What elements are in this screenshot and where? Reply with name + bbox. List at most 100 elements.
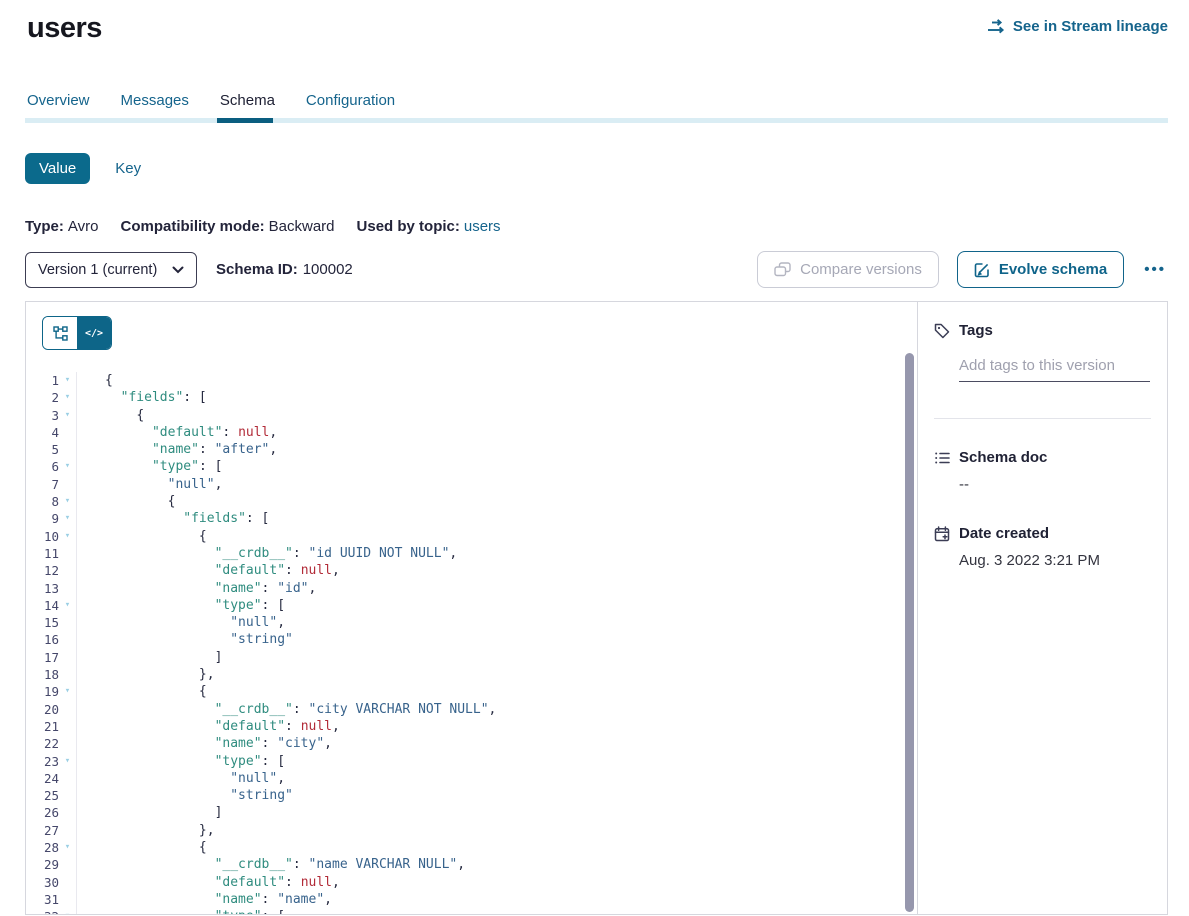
key-toggle-button[interactable]: Key	[115, 160, 141, 177]
code-line: 16 "string"	[26, 631, 917, 648]
code-line: 29 "__crdb__": "name VARCHAR NULL",	[26, 856, 917, 873]
fold-arrow-icon[interactable]: ▾	[59, 510, 77, 527]
code-line: 2▾ "fields": [	[26, 389, 917, 406]
line-number: 17	[26, 649, 59, 666]
fold-arrow-icon[interactable]: ▾	[59, 458, 77, 475]
date-created-value: Aug. 3 2022 3:21 PM	[959, 552, 1151, 569]
code-text: "default": null,	[77, 718, 340, 735]
tag-icon	[934, 323, 950, 339]
fold-spacer	[59, 424, 77, 441]
code-text: {	[77, 839, 207, 856]
sidebar-divider	[934, 418, 1151, 419]
line-number: 30	[26, 874, 59, 891]
fold-arrow-icon[interactable]: ▾	[59, 839, 77, 856]
code-text: "fields": [	[77, 389, 207, 406]
fold-arrow-icon[interactable]: ▾	[59, 908, 77, 914]
code-line: 24 "null",	[26, 770, 917, 787]
code-line: 18 },	[26, 666, 917, 683]
fold-arrow-icon[interactable]: ▾	[59, 753, 77, 770]
page-title: users	[25, 12, 102, 45]
fold-arrow-icon[interactable]: ▾	[59, 683, 77, 700]
code-view-button[interactable]: </>	[77, 317, 111, 349]
fold-spacer	[59, 856, 77, 873]
code-text: "name": "id",	[77, 580, 316, 597]
code-text: {	[77, 407, 144, 424]
date-created-section-header: Date created	[934, 525, 1151, 542]
line-number: 18	[26, 666, 59, 683]
tags-section-header: Tags	[934, 322, 1151, 339]
evolve-schema-button[interactable]: Evolve schema	[957, 251, 1124, 288]
value-toggle-button[interactable]: Value	[25, 153, 90, 184]
fold-spacer	[59, 545, 77, 562]
fold-spacer	[59, 631, 77, 648]
more-actions-button[interactable]: •••	[1142, 257, 1168, 282]
fold-spacer	[59, 874, 77, 891]
add-tags-input[interactable]	[959, 357, 1150, 382]
fold-spacer	[59, 580, 77, 597]
code-line: 4 "default": null,	[26, 424, 917, 441]
code-text: ]	[77, 649, 222, 666]
line-number: 28	[26, 839, 59, 856]
calendar-icon	[934, 526, 950, 542]
line-number: 19	[26, 683, 59, 700]
topic-link[interactable]: users	[464, 218, 501, 235]
code-line: 22 "name": "city",	[26, 735, 917, 752]
code-text: {	[77, 372, 113, 389]
line-number: 7	[26, 476, 59, 493]
code-text: {	[77, 493, 175, 510]
code-line: 15 "null",	[26, 614, 917, 631]
code-text: "null",	[77, 770, 285, 787]
line-number: 16	[26, 631, 59, 648]
code-line: 13 "name": "id",	[26, 580, 917, 597]
chevron-down-icon	[172, 266, 184, 274]
schema-card: </> 1▾{2▾ "fields": [3▾ {4 "default": nu…	[25, 301, 1168, 915]
code-text: "null",	[77, 476, 222, 493]
fold-spacer	[59, 476, 77, 493]
see-in-stream-lineage-link[interactable]: See in Stream lineage	[987, 18, 1168, 35]
fold-arrow-icon[interactable]: ▾	[59, 597, 77, 614]
code-text: "type": [	[77, 753, 285, 770]
code-line: 5 "name": "after",	[26, 441, 917, 458]
line-number: 25	[26, 787, 59, 804]
code-line: 17 ]	[26, 649, 917, 666]
fold-arrow-icon[interactable]: ▾	[59, 493, 77, 510]
code-text: "type": [	[77, 597, 285, 614]
code-text: "default": null,	[77, 562, 340, 579]
code-text: "fields": [	[77, 510, 269, 527]
schema-doc-value: --	[959, 476, 1151, 493]
fold-arrow-icon[interactable]: ▾	[59, 372, 77, 389]
scrollbar-thumb[interactable]	[905, 353, 914, 912]
compare-versions-button[interactable]: Compare versions	[757, 251, 939, 288]
code-text: "default": null,	[77, 874, 340, 891]
used-by-topic-field: Used by topic:users	[357, 218, 501, 236]
schema-sidebar: Tags Schema doc --	[918, 302, 1167, 914]
version-select[interactable]: Version 1 (current)	[25, 252, 197, 288]
fold-spacer	[59, 666, 77, 683]
tab-overview[interactable]: Overview	[27, 92, 90, 118]
code-line: 30 "default": null,	[26, 874, 917, 891]
tab-messages[interactable]: Messages	[121, 92, 189, 118]
tab-configuration[interactable]: Configuration	[306, 92, 395, 118]
tab-bar: Overview Messages Schema Configuration	[25, 92, 1168, 118]
line-number: 32	[26, 908, 59, 914]
code-line: 3▾ {	[26, 407, 917, 424]
tree-view-button[interactable]	[43, 317, 77, 349]
code-text: "name": "city",	[77, 735, 332, 752]
code-line: 1▾{	[26, 372, 917, 389]
code-line: 25 "string"	[26, 787, 917, 804]
code-text: "default": null,	[77, 424, 277, 441]
fold-arrow-icon[interactable]: ▾	[59, 528, 77, 545]
code-text: },	[77, 666, 215, 683]
line-number: 14	[26, 597, 59, 614]
fold-spacer	[59, 891, 77, 908]
tab-schema[interactable]: Schema	[220, 92, 275, 118]
line-number: 29	[26, 856, 59, 873]
line-number: 31	[26, 891, 59, 908]
schema-view-toggle: </>	[42, 316, 112, 350]
fold-arrow-icon[interactable]: ▾	[59, 389, 77, 406]
code-line: 19▾ {	[26, 683, 917, 700]
code-text: "string"	[77, 631, 293, 648]
code-line: 26 ]	[26, 804, 917, 821]
fold-arrow-icon[interactable]: ▾	[59, 407, 77, 424]
fold-spacer	[59, 770, 77, 787]
